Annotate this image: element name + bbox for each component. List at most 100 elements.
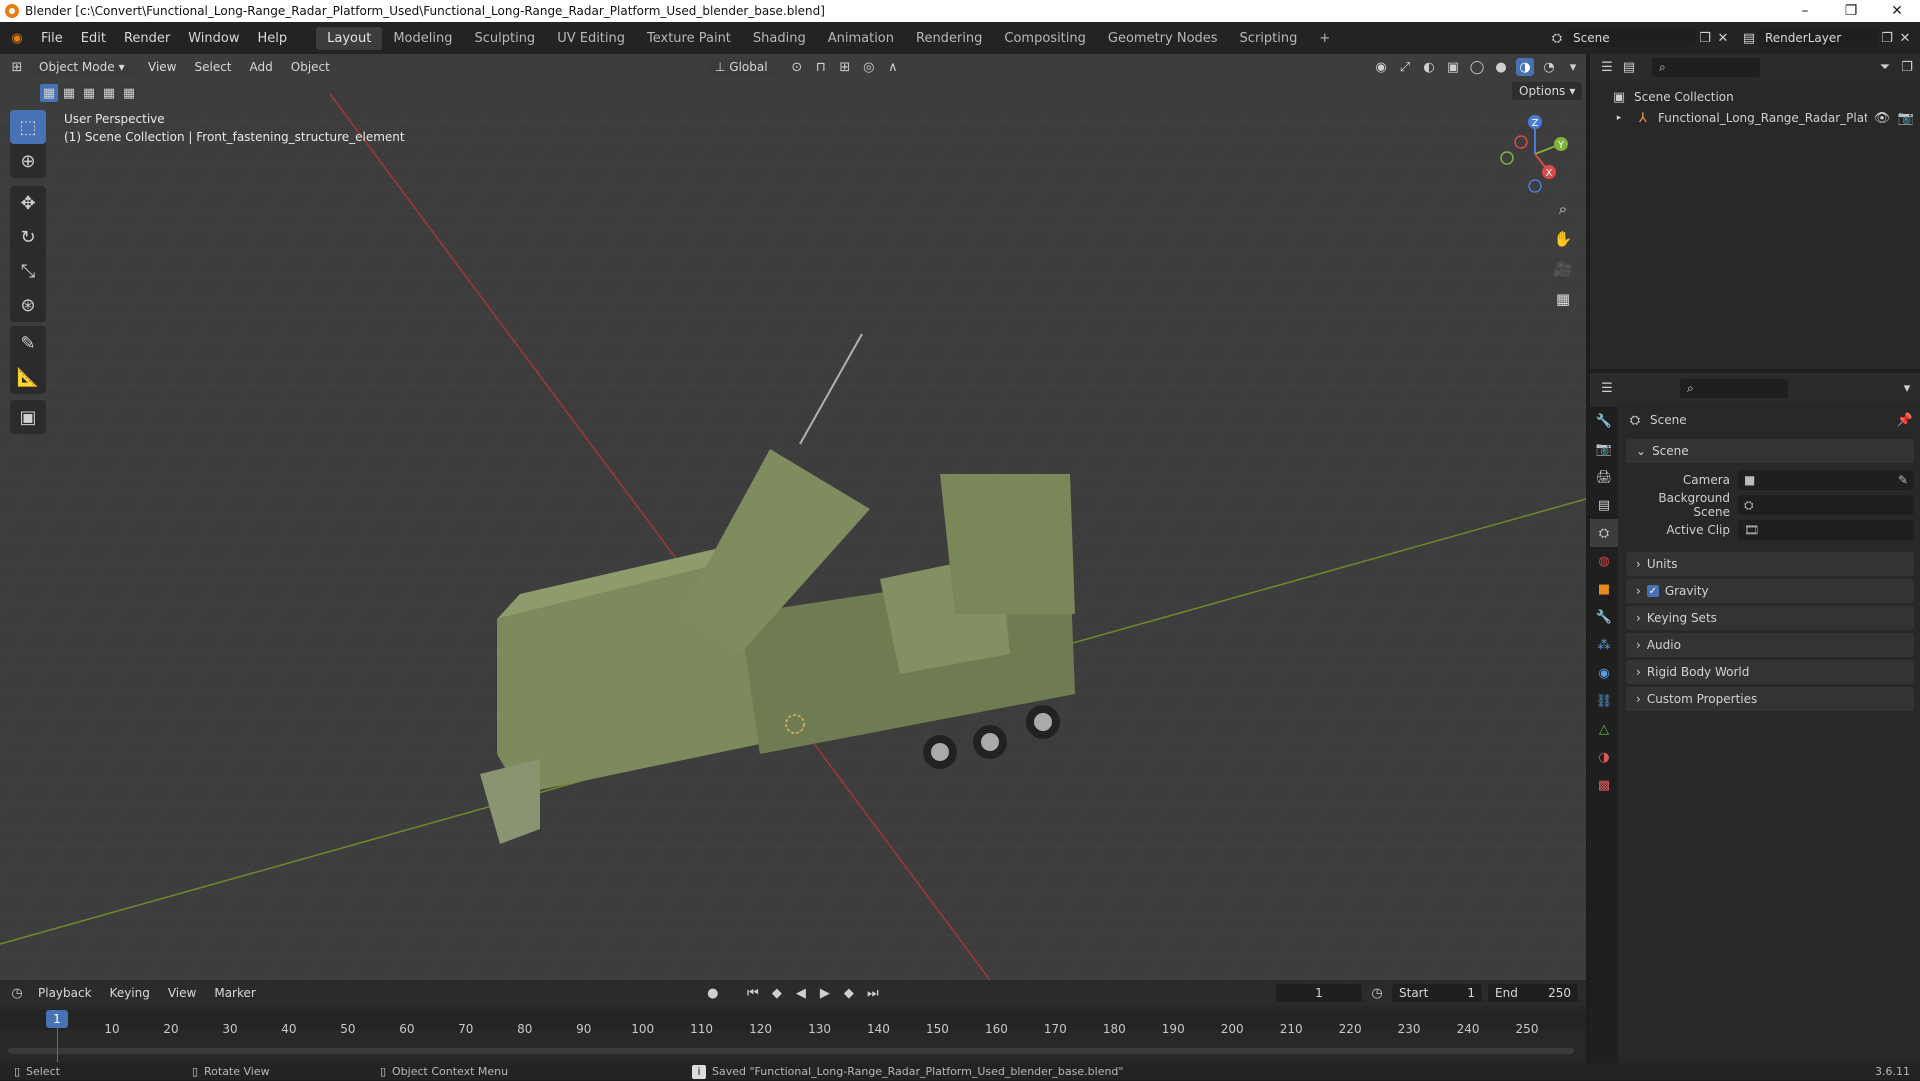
tool-tab-icon[interactable]: 🔧 (1590, 407, 1618, 435)
display-mode-icon[interactable]: ▤ (1620, 58, 1638, 76)
timeline-menu-marker[interactable]: Marker (208, 986, 261, 1000)
pan-view-icon[interactable]: ✋ (1548, 224, 1578, 254)
select-box-tool-icon[interactable]: ⬚ (10, 110, 46, 144)
start-frame-field[interactable]: Start 1 (1392, 984, 1482, 1002)
overlays-icon[interactable]: ◐ (1420, 58, 1438, 76)
play-reverse-icon[interactable]: ◀ (792, 984, 810, 1002)
minimize-button[interactable]: – (1782, 3, 1828, 19)
scene-tab-icon[interactable]: ⛭ (1590, 519, 1618, 547)
background-scene-field[interactable]: ⛭ (1738, 495, 1914, 515)
snap-target-icon[interactable]: ⊞ (836, 58, 854, 76)
blender-menu-icon[interactable]: ◉ (8, 29, 26, 47)
options-button[interactable]: Options ▾ (1512, 82, 1583, 100)
workspace-tab-layout[interactable]: Layout (316, 26, 383, 50)
new-scene-icon[interactable]: ❐ (1696, 29, 1714, 47)
select-intersect-icon[interactable]: ▦ (120, 84, 138, 102)
timeline-menu-playback[interactable]: Playback (32, 986, 98, 1000)
workspace-tab-modeling[interactable]: Modeling (382, 27, 463, 50)
editor-type-icon[interactable]: ⊞ (8, 58, 26, 76)
zoom-view-icon[interactable]: ⌕ (1548, 194, 1578, 224)
select-new-icon[interactable]: ▦ (40, 84, 58, 102)
workspace-tab-rendering[interactable]: Rendering (905, 27, 993, 50)
navigation-gizmo[interactable]: Z Y X (1495, 114, 1575, 194)
add-cube-tool-icon[interactable]: ▣ (10, 400, 46, 434)
render-camera-icon[interactable]: 📷 (1897, 109, 1915, 127)
falloff-icon[interactable]: ∧ (884, 58, 902, 76)
xray-icon[interactable]: ▣ (1444, 58, 1462, 76)
snap-icon[interactable]: ⊓ (812, 58, 830, 76)
outliner-row-object[interactable]: ▸ ⅄ Functional_Long_Range_Radar_Platform… (1610, 108, 1915, 128)
object-tab-icon[interactable]: ■ (1590, 575, 1618, 603)
panel-rigid-body-world[interactable]: › Rigid Body World (1626, 660, 1914, 684)
rotate-tool-icon[interactable]: ↻ (10, 220, 46, 254)
panel-units[interactable]: › Units (1626, 552, 1914, 576)
new-view-layer-icon[interactable]: ❐ (1878, 29, 1896, 47)
transform-tool-icon[interactable]: ⊛ (10, 288, 46, 322)
workspace-tab-shading[interactable]: Shading (742, 27, 817, 50)
properties-editor-type-icon[interactable]: ☰ (1598, 379, 1616, 397)
gravity-checkbox[interactable]: ✓ (1646, 585, 1659, 597)
workspace-tab-animation[interactable]: Animation (817, 27, 905, 50)
shading-wireframe-icon[interactable]: ◯ (1468, 58, 1486, 76)
panel-custom-properties[interactable]: › Custom Properties (1626, 687, 1914, 711)
scene-selector[interactable]: Scene (1566, 29, 1696, 47)
visibility-eye-icon[interactable]: 👁 (1873, 109, 1891, 127)
physics-tab-icon[interactable]: ◉ (1590, 659, 1618, 687)
particles-tab-icon[interactable]: ⁂ (1590, 631, 1618, 659)
shading-solid-icon[interactable]: ● (1492, 58, 1510, 76)
maximize-button[interactable]: ❐ (1828, 3, 1874, 19)
select-extend-icon[interactable]: ▦ (60, 84, 78, 102)
texture-tab-icon[interactable]: ▩ (1590, 771, 1618, 799)
viewport-menu-view[interactable]: View (142, 60, 182, 74)
modifiers-tab-icon[interactable]: 🔧 (1590, 603, 1618, 631)
pivot-point-icon[interactable]: ⊙ (788, 58, 806, 76)
annotate-tool-icon[interactable]: ✎ (10, 326, 46, 360)
panel-gravity[interactable]: › ✓ Gravity (1626, 579, 1914, 603)
render-tab-icon[interactable]: 📷 (1590, 435, 1618, 463)
workspace-tab-sculpting[interactable]: Sculpting (463, 27, 546, 50)
workspace-tab-scripting[interactable]: Scripting (1229, 27, 1309, 50)
camera-field[interactable]: ■ ✎ (1738, 470, 1914, 490)
menu-render[interactable]: Render (115, 31, 179, 46)
outliner-editor-type-icon[interactable]: ☰ (1598, 58, 1616, 76)
clock-icon[interactable]: ◷ (1368, 984, 1386, 1002)
panel-audio[interactable]: › Audio (1626, 633, 1914, 657)
menu-edit[interactable]: Edit (72, 31, 115, 46)
viewport-menu-add[interactable]: Add (244, 60, 279, 74)
record-icon[interactable]: ● (704, 984, 722, 1002)
view-layer-selector[interactable]: RenderLayer (1758, 29, 1878, 47)
play-icon[interactable]: ▶ (816, 984, 834, 1002)
timeline-menu-keying[interactable]: Keying (104, 986, 156, 1000)
next-keyframe-icon[interactable]: ◆ (840, 984, 858, 1002)
measure-tool-icon[interactable]: 📐 (10, 360, 46, 394)
close-button[interactable]: ✕ (1874, 3, 1920, 19)
viewport-menu-select[interactable]: Select (188, 60, 237, 74)
select-invert-icon[interactable]: ▦ (100, 84, 118, 102)
shading-options-icon[interactable]: ▾ (1564, 58, 1582, 76)
shading-rendered-icon[interactable]: ◔ (1540, 58, 1558, 76)
panel-scene[interactable]: ⌄ Scene (1626, 439, 1914, 463)
eyedropper-icon[interactable]: ✎ (1898, 473, 1908, 487)
prev-keyframe-icon[interactable]: ◆ (768, 984, 786, 1002)
current-frame-field[interactable]: 1 (1276, 984, 1362, 1002)
constraints-tab-icon[interactable]: ⛓ (1590, 687, 1618, 715)
shading-material-icon[interactable]: ◑ (1516, 58, 1534, 76)
delete-scene-icon[interactable]: ✕ (1714, 29, 1732, 47)
jump-start-icon[interactable]: ⏮ (744, 984, 762, 1002)
move-tool-icon[interactable]: ✥ (10, 186, 46, 220)
scale-tool-icon[interactable]: ⤡ (10, 254, 46, 288)
view-layer-tab-icon[interactable]: ▤ (1590, 491, 1618, 519)
data-tab-icon[interactable]: △ (1590, 715, 1618, 743)
delete-view-layer-icon[interactable]: ✕ (1896, 29, 1914, 47)
timeline-scrollbar[interactable] (8, 1048, 1574, 1054)
timeline-editor-type-icon[interactable]: ◷ (8, 984, 26, 1002)
perspective-toggle-icon[interactable]: ▦ (1548, 284, 1578, 314)
3d-viewport[interactable]: ⊞ Object Mode ▾ View Select Add Object ⊥ G… (0, 54, 1586, 980)
outliner-search-input[interactable]: ⌕ (1652, 57, 1760, 77)
workspace-tab-geometry-nodes[interactable]: Geometry Nodes (1097, 27, 1229, 50)
select-subtract-icon[interactable]: ▦ (80, 84, 98, 102)
menu-window[interactable]: Window (179, 31, 248, 46)
workspace-tab-texture-paint[interactable]: Texture Paint (636, 27, 742, 50)
properties-search-input[interactable]: ⌕ (1680, 378, 1788, 398)
menu-help[interactable]: Help (249, 31, 297, 46)
